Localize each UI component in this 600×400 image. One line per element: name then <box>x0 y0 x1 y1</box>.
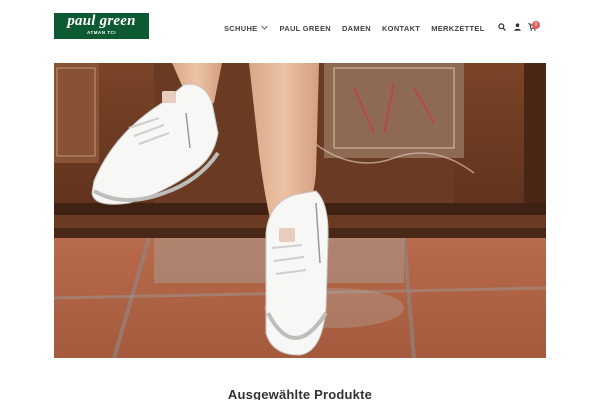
nav-item-label: MERKZETTEL <box>431 23 485 33</box>
nav-item-merkzettel[interactable]: MERKZETTEL <box>431 24 484 33</box>
logo-tagline: ATMAN TCI <box>87 30 116 35</box>
featured-products-heading: Ausgewählte Produkte <box>227 387 373 400</box>
nav-item-damen[interactable]: DAMEN <box>342 24 371 33</box>
user-icon[interactable] <box>511 20 523 34</box>
nav-item-label: KONTAKT <box>381 23 421 33</box>
nav-item-label: PAUL GREEN <box>279 23 331 33</box>
hero-illustration <box>54 63 546 358</box>
site-logo[interactable]: paul green ATMAN TCI <box>54 13 149 39</box>
logo-brand: paul green <box>67 13 136 29</box>
nav-item-paul-green[interactable]: PAUL GREEN <box>279 24 330 33</box>
cart-count-badge: 0 <box>532 21 540 29</box>
nav-item-label: DAMEN <box>341 23 371 33</box>
chevron-down-icon <box>261 25 269 32</box>
main-nav: SCHUHE PAUL GREEN DAMEN KONTAKT MERKZETT… <box>224 22 496 34</box>
search-icon[interactable] <box>496 20 508 34</box>
nav-item-kontakt[interactable]: KONTAKT <box>382 24 420 33</box>
nav-item-schuhe[interactable]: SCHUHE <box>224 23 269 33</box>
nav-item-label: SCHUHE <box>224 23 258 33</box>
hero-image <box>54 63 546 358</box>
site-header: paul green ATMAN TCI SCHUHE PAUL GREEN D… <box>0 0 600 56</box>
